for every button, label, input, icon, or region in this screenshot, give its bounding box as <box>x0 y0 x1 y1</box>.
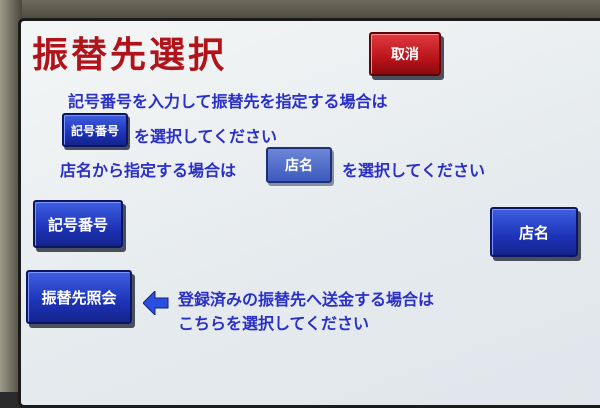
instruction-select-branch-name: を選択してください <box>342 161 486 180</box>
account-number-button[interactable]: 記号番号 <box>33 200 123 248</box>
registered-payee-hint-line2: こちらを選択してください <box>178 314 370 333</box>
inline-branch-name-label: 店名 <box>266 147 332 183</box>
instruction-branch-name: 店名から指定する場合は <box>60 161 237 180</box>
cancel-button[interactable]: 取消 <box>369 32 441 76</box>
left-arrow-icon <box>143 291 169 315</box>
instruction-account-number: 記号番号を入力して振替先を指定する場合は <box>68 92 388 111</box>
instruction-select-account-number: を選択してください <box>134 127 278 146</box>
page-title: 振替先選択 <box>32 35 228 76</box>
registered-payee-hint-line1: 登録済みの振替先へ送金する場合は <box>178 290 435 309</box>
branch-name-button[interactable]: 店名 <box>490 207 578 257</box>
registered-payee-lookup-button[interactable]: 振替先照会 <box>26 270 132 324</box>
inline-account-number-label: 記号番号 <box>62 113 128 147</box>
